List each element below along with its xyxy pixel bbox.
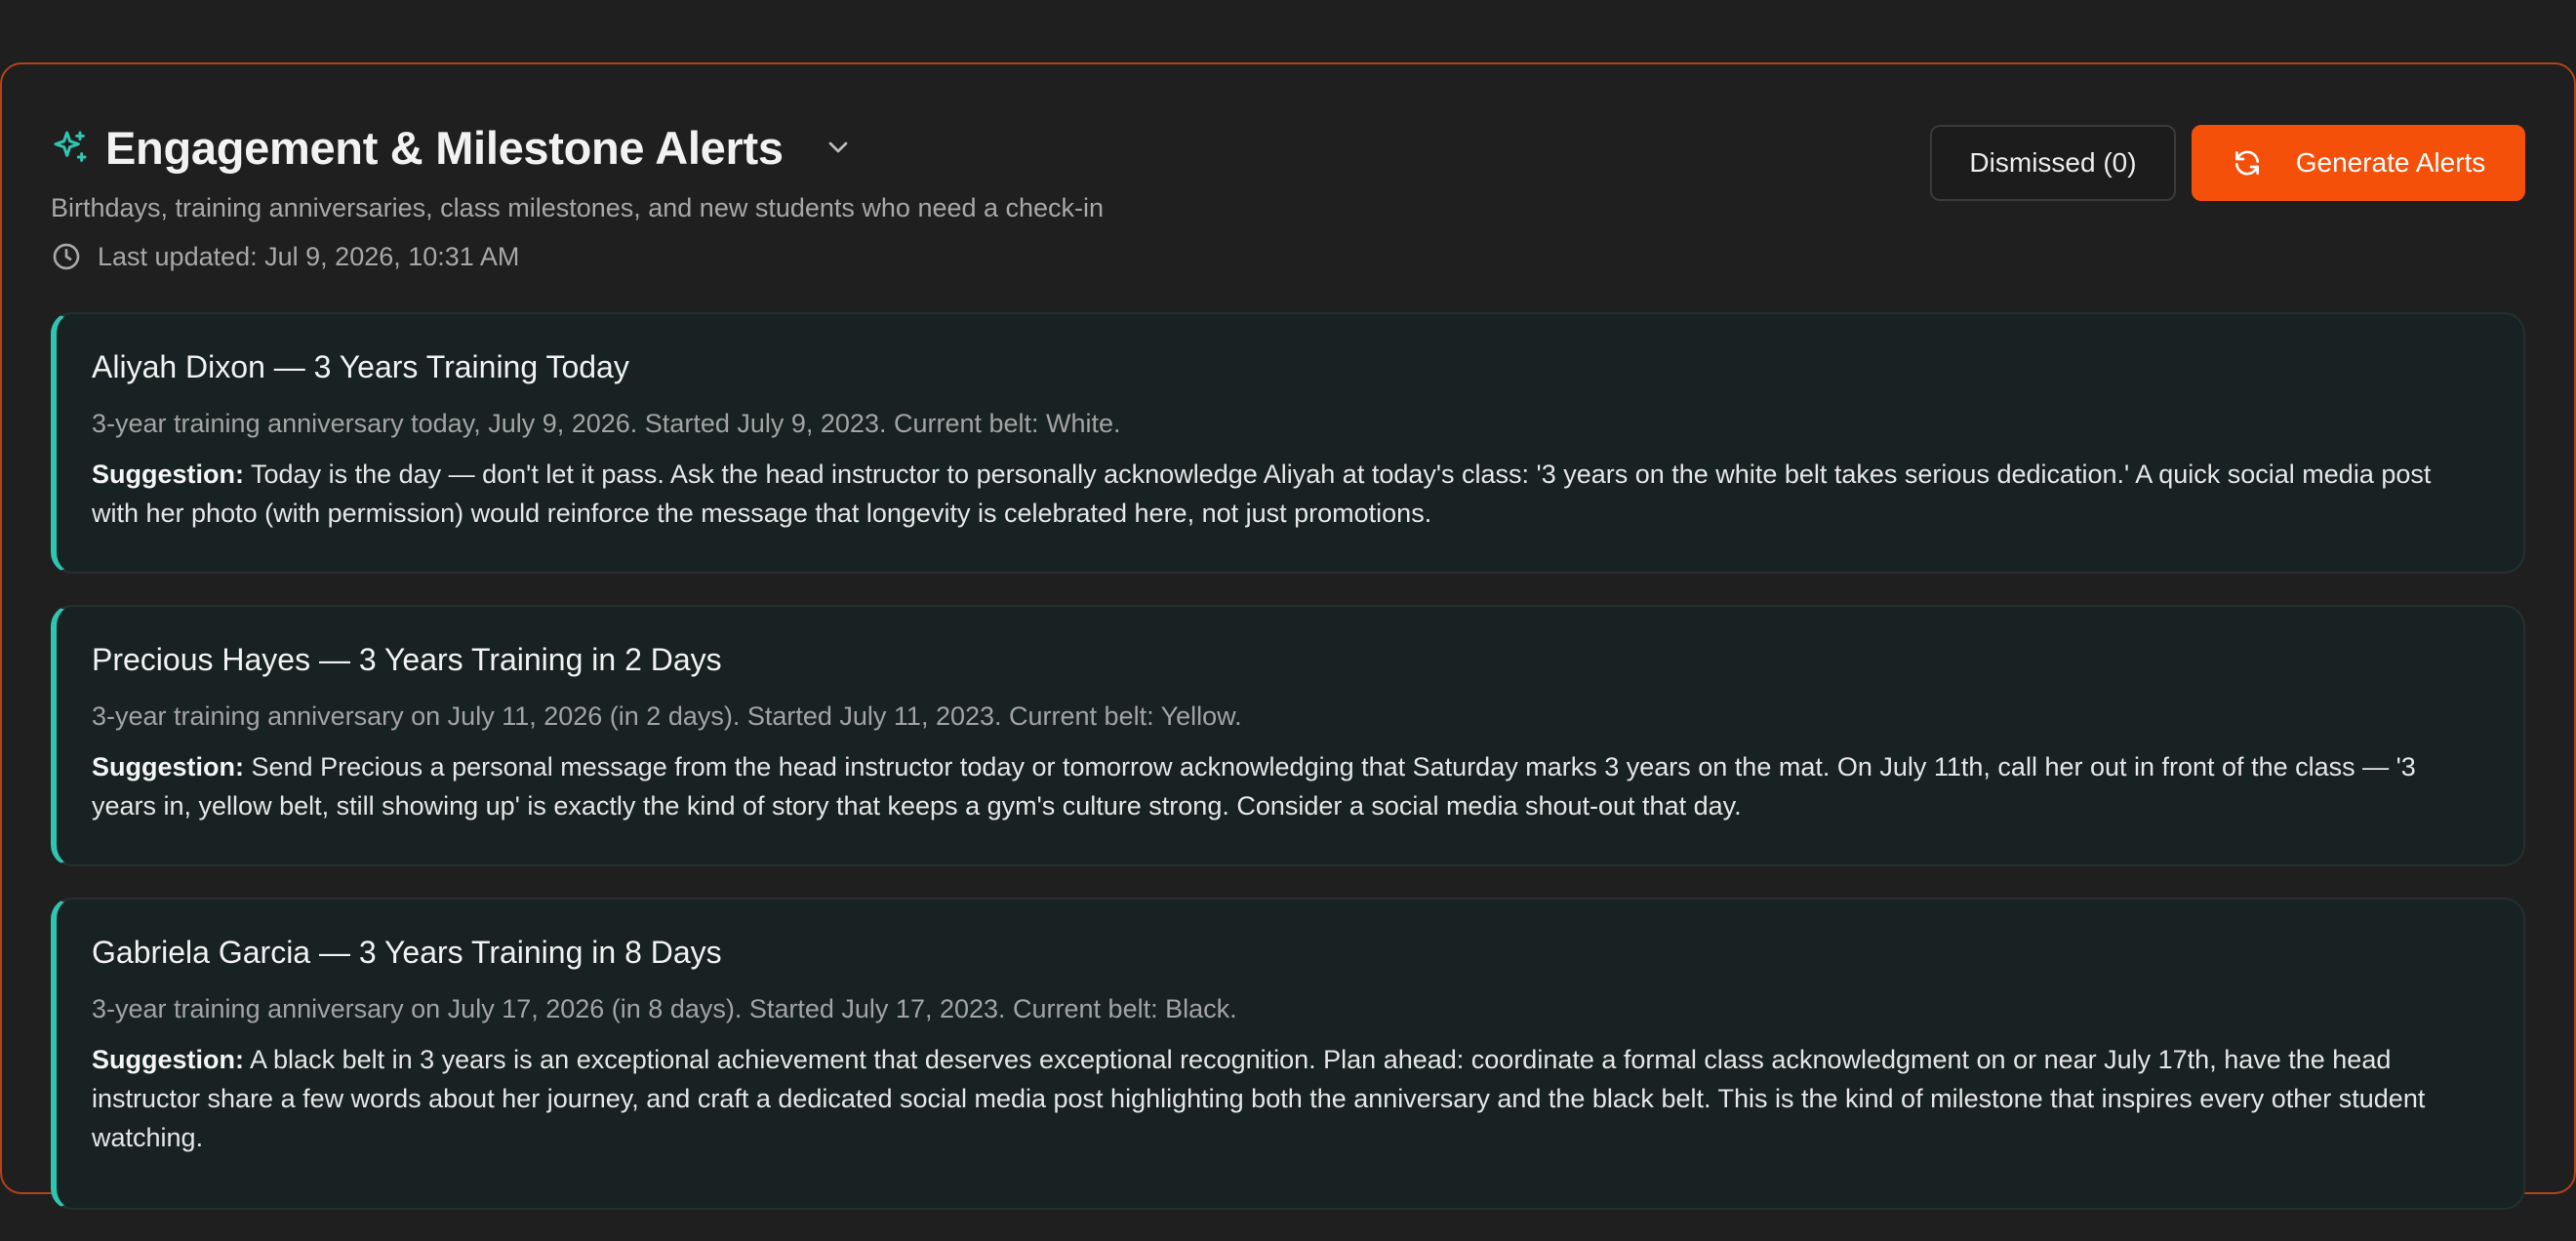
- header-actions: Dismissed (0) Generate Alerts: [1930, 125, 2525, 201]
- suggestion-text: A black belt in 3 years is an exceptiona…: [92, 1045, 2426, 1152]
- suggestion-label: Suggestion:: [92, 752, 244, 781]
- generate-alerts-button[interactable]: Generate Alerts: [2192, 125, 2525, 201]
- last-updated-text: Last updated: Jul 9, 2026, 10:31 AM: [98, 241, 520, 271]
- alert-suggestion: Suggestion: Send Precious a personal mes…: [92, 747, 2445, 825]
- alert-detail: 3-year training anniversary on July 11, …: [92, 701, 1242, 731]
- alert-list: Aliyah Dixon — 3 Years Training Today 3-…: [51, 312, 2525, 1241]
- sparkle-icon: [54, 131, 87, 162]
- alert-detail: 3-year training anniversary on July 17, …: [92, 994, 1237, 1023]
- clock-icon: [53, 243, 80, 270]
- alert-title: Precious Hayes — 3 Years Training in 2 D…: [92, 642, 722, 677]
- alert-title: Aliyah Dixon — 3 Years Training Today: [92, 349, 629, 384]
- alert-card[interactable]: Aliyah Dixon — 3 Years Training Today 3-…: [51, 312, 2525, 574]
- last-updated: Last updated: Jul 9, 2026, 10:31 AM: [51, 241, 2525, 272]
- alert-title: Gabriela Garcia — 3 Years Training in 8 …: [92, 935, 722, 970]
- suggestion-label: Suggestion:: [92, 1045, 244, 1074]
- alert-suggestion: Suggestion: A black belt in 3 years is a…: [92, 1040, 2445, 1157]
- alert-card[interactable]: Gabriela Garcia — 3 Years Training in 8 …: [51, 898, 2525, 1210]
- alert-card[interactable]: Precious Hayes — 3 Years Training in 2 D…: [51, 605, 2525, 866]
- alert-suggestion: Suggestion: Today is the day — don't let…: [92, 455, 2445, 533]
- suggestion-label: Suggestion:: [92, 460, 244, 489]
- dismissed-button-label: Dismissed (0): [1969, 147, 2137, 178]
- alerts-panel: Engagement & Milestone Alerts Birthdays,…: [0, 62, 2576, 1210]
- alert-detail: 3-year training anniversary today, July …: [92, 409, 1121, 438]
- suggestion-text: Today is the day — don't let it pass. As…: [92, 460, 2432, 528]
- generate-alerts-label: Generate Alerts: [2295, 147, 2486, 178]
- refresh-icon: [2234, 150, 2259, 176]
- page-title: Engagement & Milestone Alerts: [105, 121, 784, 174]
- suggestion-text: Send Precious a personal message from th…: [92, 752, 2416, 821]
- chevron-down-icon[interactable]: [823, 132, 854, 163]
- dismissed-button[interactable]: Dismissed (0): [1930, 125, 2176, 201]
